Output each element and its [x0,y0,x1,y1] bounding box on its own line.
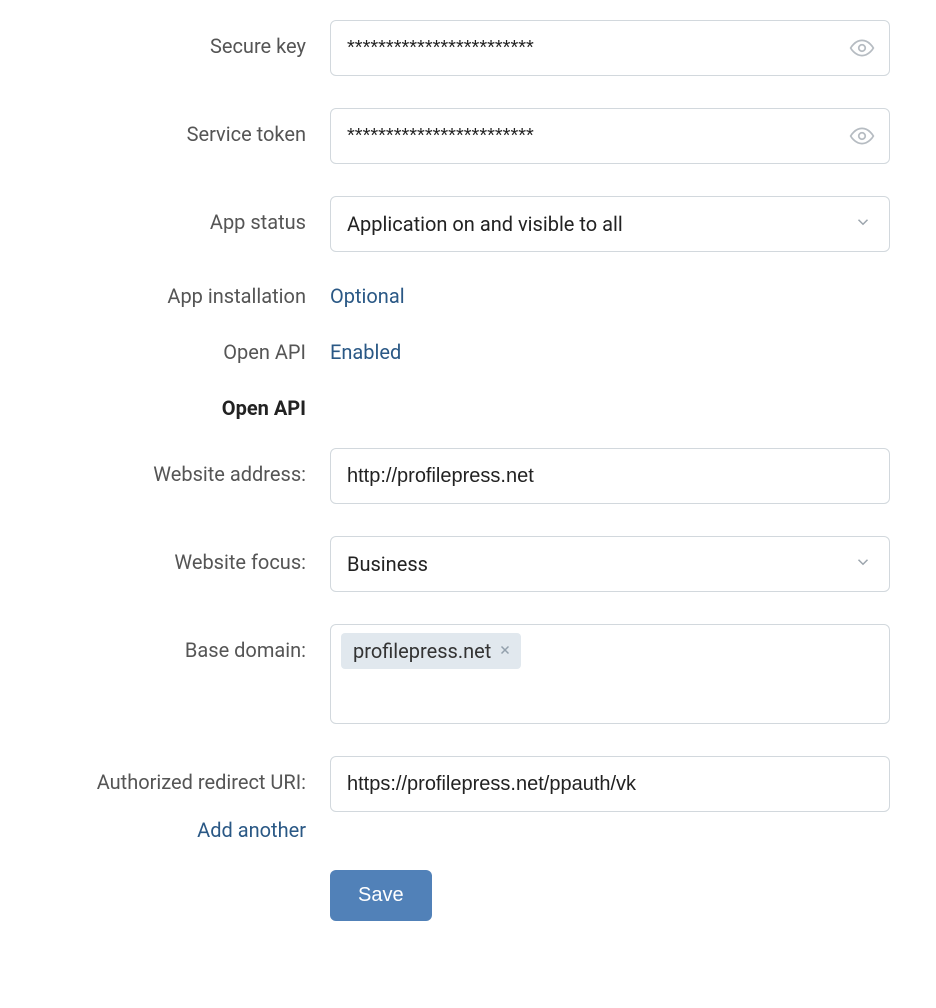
open-api-section-title: Open API [20,396,330,420]
website-address-input[interactable] [330,448,890,504]
base-domain-input[interactable]: profilepress.net [330,624,890,724]
add-another-link[interactable]: Add another [20,818,330,842]
app-installation-label: App installation [20,284,330,308]
base-domain-label: Base domain: [20,624,330,662]
website-focus-select[interactable]: Business [330,536,890,592]
secure-key-label: Secure key [20,20,330,58]
chevron-down-icon [854,213,872,235]
website-focus-label: Website focus: [20,536,330,574]
open-api-status-value[interactable]: Enabled [330,340,401,364]
base-domain-tag: profilepress.net [341,633,521,669]
service-token-input[interactable] [330,108,890,164]
chevron-down-icon [854,553,872,575]
base-domain-tag-text: profilepress.net [353,639,491,663]
eye-icon[interactable] [848,34,876,62]
save-button[interactable]: Save [330,870,432,921]
redirect-uri-input[interactable] [330,756,890,812]
redirect-uri-label: Authorized redirect URI: [20,756,306,794]
secure-key-input[interactable] [330,20,890,76]
service-token-label: Service token [20,108,330,146]
close-icon[interactable] [499,643,511,659]
app-status-select[interactable]: Application on and visible to all [330,196,890,252]
website-focus-value: Business [347,552,428,576]
app-status-value: Application on and visible to all [347,212,623,236]
app-installation-value[interactable]: Optional [330,284,405,308]
open-api-status-label: Open API [20,340,330,364]
app-status-label: App status [20,196,330,234]
website-address-label: Website address: [20,448,330,486]
eye-icon[interactable] [848,122,876,150]
